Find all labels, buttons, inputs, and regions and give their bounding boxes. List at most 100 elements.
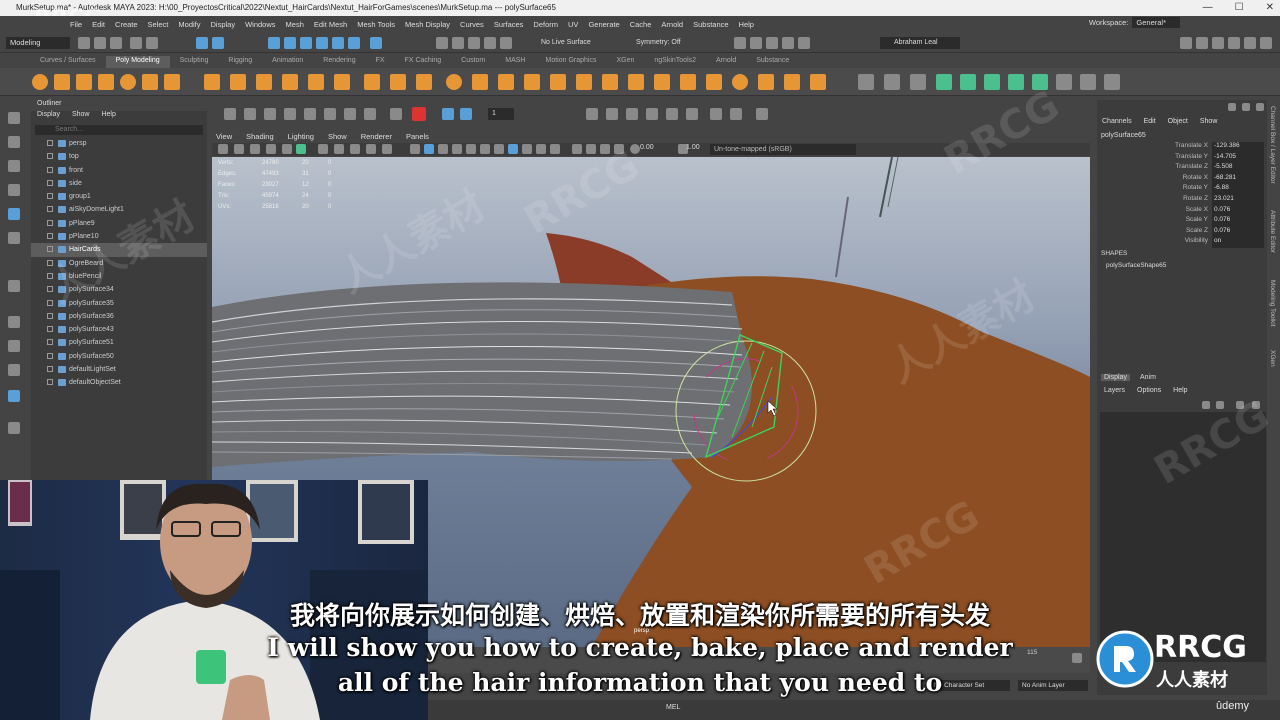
checker-icon[interactable] (1056, 74, 1072, 90)
save-scene-icon[interactable] (110, 37, 122, 49)
menu-mesh-display[interactable]: Mesh Display (405, 20, 450, 29)
spherical-map-icon[interactable] (1008, 74, 1024, 90)
select-object-icon[interactable] (332, 37, 344, 49)
panel-menu-panels[interactable]: Panels (406, 132, 429, 141)
menu-set-dropdown[interactable]: Modeling (6, 37, 70, 49)
channel-attribute-row[interactable]: Visibility on (1100, 237, 1266, 248)
outliner-menu-display[interactable]: Display (37, 111, 60, 123)
select-by-object-icon[interactable] (212, 37, 224, 49)
symmetry-dropdown[interactable]: Symmetry: Off (636, 39, 681, 46)
select-uv-icon[interactable] (316, 37, 328, 49)
channel-attribute-label[interactable]: Scale X (1100, 206, 1212, 217)
shelf-tab-poly-modeling[interactable]: Poly Modeling (105, 56, 170, 68)
append-polygon-icon[interactable] (576, 74, 592, 90)
channel-attribute-value[interactable]: 0.076 (1212, 226, 1264, 238)
render-view-icon[interactable] (734, 37, 746, 49)
channel-attribute-value[interactable]: -129.386 (1212, 142, 1264, 153)
menu-help[interactable]: Help (739, 20, 754, 29)
panel-menu-show[interactable]: Show (328, 132, 347, 141)
persp-outliner-layout-icon[interactable] (8, 364, 20, 376)
menu-generate[interactable]: Generate (588, 20, 619, 29)
expand-toggle-icon[interactable] (47, 219, 53, 226)
menu-windows[interactable]: Windows (245, 20, 275, 29)
next-frame-icon[interactable] (730, 108, 742, 120)
channel-attribute-row[interactable]: Rotate Y -6.88 (1100, 184, 1266, 195)
shelf-tab-fx[interactable]: FX (366, 56, 395, 68)
shelf-tab-xgen[interactable]: XGen (606, 56, 644, 68)
camera-attributes-icon[interactable] (218, 144, 228, 154)
render-frame-icon[interactable] (750, 37, 762, 49)
shelf-tab-ngskintools[interactable]: ngSkinTools2 (644, 56, 706, 68)
motion-blur-icon[interactable] (522, 144, 532, 154)
channel-attribute-row[interactable]: Rotate X -68.281 (1100, 173, 1266, 185)
expand-toggle-icon[interactable] (47, 193, 53, 200)
gate-mask-icon[interactable] (350, 144, 360, 154)
select-vertex-icon[interactable] (268, 37, 280, 49)
pencil-icon[interactable] (224, 108, 236, 120)
channel-attribute-label[interactable]: Scale Z (1100, 227, 1212, 238)
select-joints-icon[interactable] (370, 37, 382, 49)
resolution-gate-icon[interactable] (334, 144, 344, 154)
grease-pencil-icon[interactable] (282, 144, 292, 154)
single-perspective-layout-icon[interactable] (8, 316, 20, 328)
channel-attribute-label[interactable]: Visibility (1100, 237, 1212, 248)
quad-draw-icon[interactable] (732, 74, 748, 90)
wireframe-icon[interactable] (410, 144, 420, 154)
poly-cube-icon[interactable] (54, 74, 70, 90)
gamma-field[interactable]: 1.00 (686, 144, 700, 151)
expand-toggle-icon[interactable] (47, 312, 53, 319)
outliner-item[interactable]: defaultObjectSet (31, 376, 207, 389)
snap-grid-icon[interactable] (436, 37, 448, 49)
textured-icon[interactable] (466, 144, 476, 154)
channel-attribute-value[interactable]: -14.705 (1212, 152, 1264, 164)
image-plane-icon[interactable] (250, 144, 260, 154)
command-language-label[interactable]: MEL (666, 704, 680, 711)
outliner-item[interactable]: polySurface43 (31, 323, 207, 336)
arrow-tool-icon[interactable] (324, 108, 336, 120)
isolate-select-icon[interactable] (572, 144, 582, 154)
channel-attribute-value[interactable]: -68.281 (1212, 173, 1264, 185)
outliner-item[interactable]: side (31, 177, 207, 190)
duplicate-frame-icon[interactable] (606, 108, 618, 120)
expand-toggle-icon[interactable] (47, 140, 53, 146)
make-live-icon[interactable] (500, 37, 512, 49)
target-weld-icon[interactable] (758, 74, 774, 90)
add-frame-icon[interactable] (586, 108, 598, 120)
make-hole-icon[interactable] (628, 74, 644, 90)
pressure-size-icon[interactable] (442, 108, 454, 120)
bookmark-icon[interactable] (234, 144, 244, 154)
smooth-icon[interactable] (390, 74, 406, 90)
channel-attribute-row[interactable]: Translate Z -5.508 (1100, 163, 1266, 174)
channel-box-settings-icon[interactable] (1242, 103, 1250, 111)
menu-mesh[interactable]: Mesh (286, 20, 304, 29)
shelf-tab-fx-caching[interactable]: FX Caching (395, 56, 452, 68)
outliner-menu-show[interactable]: Show (72, 111, 90, 123)
poly-cylinder-icon[interactable] (76, 74, 92, 90)
paste-frame-icon[interactable] (666, 108, 678, 120)
offset-edge-loop-icon[interactable] (706, 74, 722, 90)
type-tool-icon[interactable] (282, 74, 298, 90)
outliner-item[interactable]: polySurface36 (31, 310, 207, 323)
cut-uvs-icon[interactable] (1080, 74, 1096, 90)
exposure-icon[interactable] (630, 144, 640, 154)
sew-uvs-icon[interactable] (1104, 74, 1120, 90)
brush-icon[interactable] (244, 108, 256, 120)
menu-edit[interactable]: Edit (92, 20, 105, 29)
outliner-menu-help[interactable]: Help (101, 111, 115, 123)
menu-arnold[interactable]: Arnold (661, 20, 683, 29)
shadows-icon[interactable] (494, 144, 504, 154)
outliner-item[interactable]: defaultLightSet (31, 363, 207, 376)
shelf-tab-custom[interactable]: Custom (451, 56, 495, 68)
expand-toggle-icon[interactable] (47, 299, 53, 306)
layer-tab-display[interactable]: Display (1101, 374, 1130, 381)
delete-frame-icon[interactable] (626, 108, 638, 120)
select-edge-icon[interactable] (284, 37, 296, 49)
bevel-icon[interactable] (550, 74, 566, 90)
side-tab-channel-box[interactable]: Channel Box / Layer Editor (1269, 106, 1276, 184)
xgen-toggle-icon[interactable] (1260, 37, 1272, 49)
expand-toggle-icon[interactable] (47, 153, 53, 160)
select-by-hierarchy-icon[interactable] (196, 37, 208, 49)
channel-box-close-icon[interactable] (1256, 103, 1264, 111)
poly-plane-icon[interactable] (142, 74, 158, 90)
expand-toggle-icon[interactable] (47, 246, 53, 253)
